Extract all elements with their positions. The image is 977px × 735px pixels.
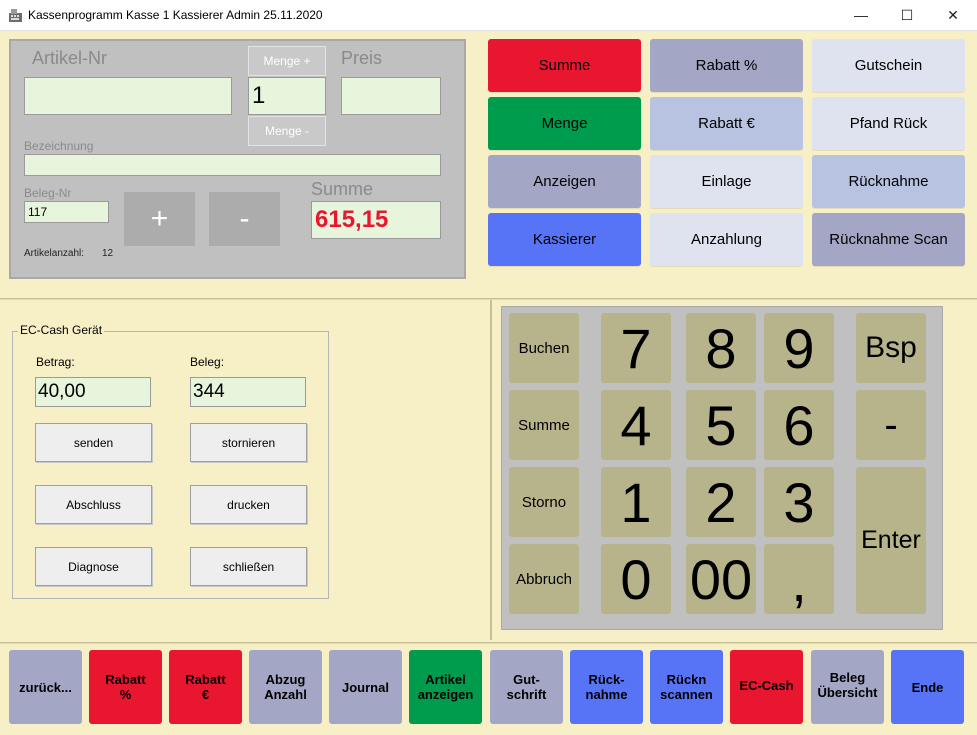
key-2[interactable]: 2 [686, 467, 756, 537]
backspace-key[interactable]: Bsp [856, 313, 926, 383]
buchen-key[interactable]: Buchen [509, 313, 579, 383]
ruecknahme-scan-button[interactable]: Rücknahme Scan [812, 213, 965, 266]
minimize-icon[interactable]: — [838, 0, 884, 30]
rabatt-prozent-bottom-button[interactable]: Rabatt % [89, 650, 162, 724]
key-5[interactable]: 5 [686, 390, 756, 460]
artikel-anzeigen-button[interactable]: Artikel anzeigen [409, 650, 482, 724]
ruecknahme-button[interactable]: Rücknahme [812, 155, 965, 208]
enter-key[interactable]: Enter [856, 467, 926, 614]
beleg-uebersicht-button[interactable]: Beleg Übersicht [811, 650, 884, 724]
preis-label: Preis [341, 48, 383, 68]
beleg-nr-label: Beleg-Nr [24, 186, 72, 200]
key-00[interactable]: 00 [686, 544, 756, 614]
summe-label: Summe [311, 179, 374, 199]
bezeichnung-input[interactable] [24, 154, 441, 176]
key-0[interactable]: 0 [601, 544, 671, 614]
diagnose-button[interactable]: Diagnose [35, 547, 152, 586]
key-comma[interactable]: , [764, 544, 834, 614]
betrag-label: Betrag: [36, 355, 75, 369]
gutschein-button[interactable]: Gutschein [812, 39, 965, 92]
ec-cash-group-label: EC-Cash Gerät [18, 323, 105, 337]
beleg-nr-input[interactable]: 117 [24, 201, 109, 223]
einlage-button[interactable]: Einlage [650, 155, 803, 208]
abbruch-key[interactable]: Abbruch [509, 544, 579, 614]
key-6[interactable]: 6 [764, 390, 834, 460]
close-icon[interactable]: ✕ [930, 0, 976, 30]
artikelanzahl-label: Artikelanzahl: [24, 248, 85, 259]
minus-key[interactable]: - [856, 390, 926, 460]
rabatt-prozent-button[interactable]: Rabatt % [650, 39, 803, 92]
divider-bottom [0, 642, 977, 644]
beleg-label: Beleg: [190, 355, 225, 369]
stornieren-button[interactable]: stornieren [190, 423, 307, 462]
menge-button[interactable]: Menge [488, 97, 641, 150]
zurueck-button[interactable]: zurück... [9, 650, 82, 724]
key-9[interactable]: 9 [764, 313, 834, 383]
abzug-anzahl-button[interactable]: Abzug Anzahl [249, 650, 322, 724]
senden-button[interactable]: senden [35, 423, 152, 462]
rabatt-euro-button[interactable]: Rabatt € [650, 97, 803, 150]
artikel-label: Artikel-Nr [32, 48, 107, 68]
schliessen-button[interactable]: schließen [190, 547, 307, 586]
bezeichnung-label: Bezeichnung [24, 139, 94, 153]
beleg-input[interactable]: 344 [190, 377, 306, 407]
summe-button[interactable]: Summe [488, 39, 641, 92]
key-3[interactable]: 3 [764, 467, 834, 537]
drucken-button[interactable]: drucken [190, 485, 307, 524]
minus-button[interactable]: - [209, 192, 280, 246]
divider-top [0, 298, 977, 300]
divider-vertical [490, 300, 492, 640]
kassierer-button[interactable]: Kassierer [488, 213, 641, 266]
rabatt-euro-bottom-button[interactable]: Rabatt € [169, 650, 242, 724]
betrag-input[interactable]: 40,00 [35, 377, 151, 407]
abschluss-button[interactable]: Abschluss [35, 485, 152, 524]
menge-minus-button[interactable]: Menge - [248, 116, 326, 146]
summe-value: 615,15 [311, 201, 441, 239]
menge-plus-button[interactable]: Menge + [248, 46, 326, 76]
summe-key[interactable]: Summe [509, 390, 579, 460]
pfand-rueck-button[interactable]: Pfand Rück [812, 97, 965, 150]
ende-button[interactable]: Ende [891, 650, 964, 724]
app-icon [9, 9, 22, 22]
anzahlung-button[interactable]: Anzahlung [650, 213, 803, 266]
anzeigen-button[interactable]: Anzeigen [488, 155, 641, 208]
key-1[interactable]: 1 [601, 467, 671, 537]
artikelanzahl-value: 12 [102, 248, 114, 259]
title-bar: Kassenprogramm Kasse 1 Kassierer Admin 2… [0, 0, 977, 31]
plus-button[interactable]: + [124, 192, 195, 246]
ec-cash-button[interactable]: EC-Cash [730, 650, 803, 724]
key-8[interactable]: 8 [686, 313, 756, 383]
preis-input[interactable] [341, 77, 441, 115]
storno-key[interactable]: Storno [509, 467, 579, 537]
artikel-input[interactable] [24, 77, 232, 115]
maximize-icon[interactable]: ☐ [884, 0, 930, 30]
gutschrift-button[interactable]: Gut- schrift [490, 650, 563, 724]
rueckn-scannen-button[interactable]: Rückn scannen [650, 650, 723, 724]
key-7[interactable]: 7 [601, 313, 671, 383]
key-4[interactable]: 4 [601, 390, 671, 460]
journal-button[interactable]: Journal [329, 650, 402, 724]
menge-input[interactable]: 1 [248, 77, 326, 115]
window-title: Kassenprogramm Kasse 1 Kassierer Admin 2… [28, 8, 323, 22]
ruecknahme-bottom-button[interactable]: Rück- nahme [570, 650, 643, 724]
